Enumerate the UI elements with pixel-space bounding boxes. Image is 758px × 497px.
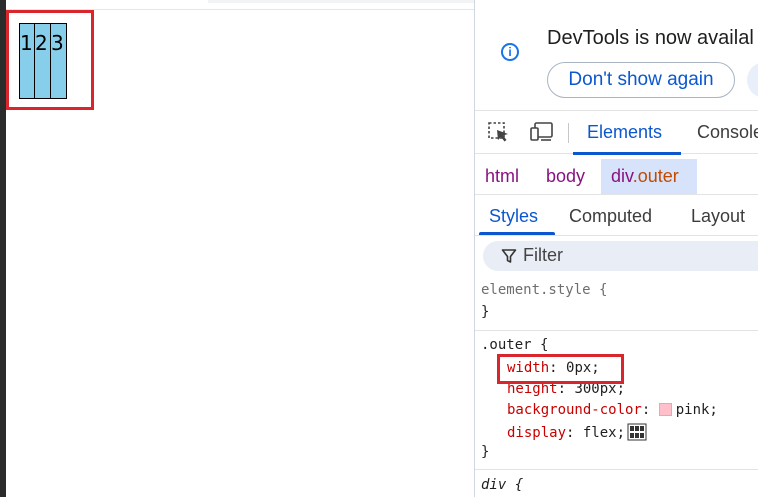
breadcrumb-html[interactable]: html	[475, 159, 529, 194]
filter-placeholder: Filter	[523, 245, 563, 265]
rule-outer: .outer { width: 0px; height: 300px; back…	[475, 331, 758, 470]
tab-elements-indicator	[573, 152, 681, 155]
breadcrumb: html body div.outer	[475, 159, 758, 195]
declaration-background-color[interactable]: background-color: pink;	[507, 402, 718, 418]
declaration-display[interactable]: display: flex;	[507, 423, 647, 441]
rule-close-brace: }	[481, 444, 490, 460]
viewport-top-gap	[208, 0, 474, 3]
breadcrumb-class: .outer	[632, 166, 679, 186]
tab-console[interactable]: Console	[697, 122, 758, 143]
annotation-box-width	[497, 354, 624, 384]
color-swatch[interactable]	[658, 403, 672, 416]
notice-secondary-button[interactable]	[747, 62, 758, 98]
dont-show-again-button[interactable]: Don't show again	[547, 62, 735, 98]
toolbar-separator	[568, 123, 569, 143]
devtools-panel: i DevTools is now availal Don't show aga…	[475, 0, 758, 497]
rule-div: div {	[475, 470, 758, 497]
devtools-toolbar: Elements Console	[475, 110, 758, 155]
property-value[interactable]: pink;	[676, 402, 718, 418]
styles-filter-input[interactable]: Filter	[483, 241, 758, 271]
rule-element-style: element.style { }	[475, 276, 758, 331]
annotation-box-demo	[6, 10, 94, 110]
rule-selector-element-style[interactable]: element.style {	[481, 282, 607, 298]
tab-computed[interactable]: Computed	[569, 206, 652, 227]
devtools-notice: i DevTools is now availal Don't show aga…	[475, 10, 758, 108]
tab-layout[interactable]: Layout	[691, 206, 745, 227]
inspect-element-icon[interactable]	[487, 121, 511, 143]
flexbox-editor-icon[interactable]	[627, 423, 647, 441]
filter-icon	[501, 248, 517, 264]
property-name: display	[507, 425, 567, 441]
breadcrumb-tag: div	[611, 166, 633, 186]
rule-selector-div[interactable]: div {	[481, 477, 523, 493]
rule-selector-outer[interactable]: .outer {	[481, 337, 548, 353]
tab-elements[interactable]: Elements	[587, 122, 662, 143]
info-icon: i	[501, 43, 519, 61]
property-name: background-color	[507, 402, 642, 418]
breadcrumb-body[interactable]: body	[536, 159, 595, 194]
device-toolbar-icon[interactable]	[529, 121, 553, 143]
property-value[interactable]: flex;	[583, 425, 625, 441]
tab-styles-indicator	[479, 232, 555, 235]
breadcrumb-div-outer[interactable]: div.outer	[601, 159, 697, 194]
notice-text: DevTools is now availal	[547, 27, 754, 49]
tab-styles[interactable]: Styles	[489, 206, 538, 227]
styles-subtabs: Styles Computed Layout	[475, 196, 758, 236]
rule-close-brace: }	[481, 304, 490, 320]
